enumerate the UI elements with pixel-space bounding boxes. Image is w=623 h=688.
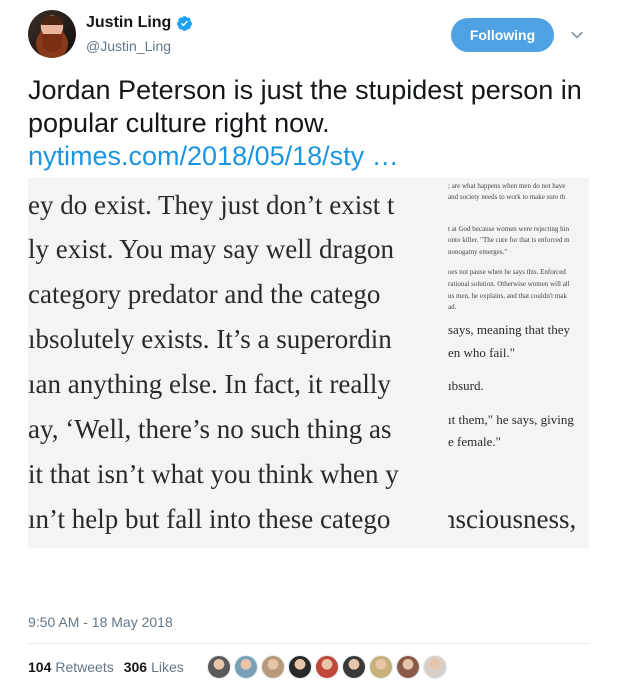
image-mid-line: says, meaning that they bbox=[448, 322, 571, 337]
image-small-line: onto killer. "The cure for that is enfor… bbox=[448, 236, 570, 244]
retweets-count: 104 bbox=[28, 659, 52, 675]
avatar-beard bbox=[42, 34, 62, 52]
liker-avatar[interactable] bbox=[261, 655, 285, 679]
image-left-column: ey do exist. They just don’t exist t ly … bbox=[28, 178, 448, 548]
image-small-line: us men, he explains, and that couldn't m… bbox=[448, 292, 567, 300]
image-text-line: ıan anything else. In fact, it really bbox=[28, 369, 391, 399]
image-text-line: it that isn’t what you think when y bbox=[28, 459, 399, 489]
retweets-label: Retweets bbox=[55, 659, 114, 675]
image-mid-line: en who fail." bbox=[448, 345, 516, 360]
retweets-stat[interactable]: 104 Retweets bbox=[28, 659, 114, 675]
author-name[interactable]: Justin Ling bbox=[86, 14, 171, 32]
image-text-line: nsciousness, bbox=[448, 504, 577, 534]
liker-avatar[interactable] bbox=[288, 655, 312, 679]
chevron-down-icon[interactable] bbox=[570, 28, 584, 42]
image-small-line: ; are what happens when men do not have bbox=[448, 182, 566, 190]
liker-avatars bbox=[207, 655, 450, 679]
liker-avatar[interactable] bbox=[315, 655, 339, 679]
image-mid-line: ıt them," he says, giving bbox=[448, 412, 574, 427]
image-text-line: ıbsolutely exists. It’s a superordin bbox=[28, 324, 392, 354]
image-text-line: ly exist. You may say well dragon bbox=[28, 234, 394, 264]
image-right-column: ; are what happens when men do not have … bbox=[448, 178, 589, 548]
image-text-line: ay, ‘Well, there’s no such thing as bbox=[28, 414, 392, 444]
tweet-image[interactable]: ey do exist. They just don’t exist t ly … bbox=[28, 178, 589, 548]
liker-avatar[interactable] bbox=[423, 655, 447, 679]
image-small-line: rational solution. Otherwise women will … bbox=[448, 280, 570, 288]
likes-count: 306 bbox=[123, 659, 148, 675]
author-handle[interactable]: @Justin_Ling bbox=[86, 38, 171, 54]
image-small-line: and society needs to work to make sure t… bbox=[448, 193, 566, 201]
tweet-stats: 104 Retweets 306 Likes bbox=[28, 659, 194, 675]
image-small-line: t at God because women were rejecting hi… bbox=[448, 225, 570, 233]
tweet-timestamp[interactable]: 9:50 AM - 18 May 2018 bbox=[28, 614, 173, 630]
tweet-text: Jordan Peterson is just the stupidest pe… bbox=[28, 74, 588, 173]
image-text-line: ey do exist. They just don’t exist t bbox=[28, 190, 395, 220]
likes-label: Likes bbox=[151, 659, 184, 675]
tweet-body: Jordan Peterson is just the stupidest pe… bbox=[28, 75, 582, 138]
liker-avatar[interactable] bbox=[396, 655, 420, 679]
likes-stat[interactable]: 306 Likes bbox=[124, 659, 184, 675]
image-mid-line: e female." bbox=[448, 434, 501, 449]
image-text-line: category predator and the catego bbox=[28, 279, 381, 309]
avatar[interactable] bbox=[28, 10, 76, 58]
liker-avatar[interactable] bbox=[207, 655, 231, 679]
liker-avatar[interactable] bbox=[342, 655, 366, 679]
tweet-link[interactable]: nytimes.com/2018/05/18/sty … bbox=[28, 140, 588, 173]
following-button[interactable]: Following bbox=[451, 18, 554, 52]
avatar-hair bbox=[41, 16, 63, 25]
image-mid-line: ıbsurd. bbox=[448, 378, 484, 393]
tweet-card: Justin Ling @Justin_Ling Following Jorda… bbox=[0, 0, 623, 688]
liker-avatar[interactable] bbox=[234, 655, 258, 679]
liker-avatar[interactable] bbox=[369, 655, 393, 679]
author-name-row: Justin Ling bbox=[86, 14, 193, 32]
verified-badge-icon bbox=[177, 15, 193, 31]
image-text-line: ın’t help but fall into these catego bbox=[28, 504, 391, 534]
divider bbox=[28, 643, 589, 644]
image-small-line: ad. bbox=[448, 303, 457, 311]
image-small-line: nonogamy emerges." bbox=[448, 248, 508, 256]
image-small-line: oes not pause when he says this. Enforce… bbox=[448, 268, 566, 276]
